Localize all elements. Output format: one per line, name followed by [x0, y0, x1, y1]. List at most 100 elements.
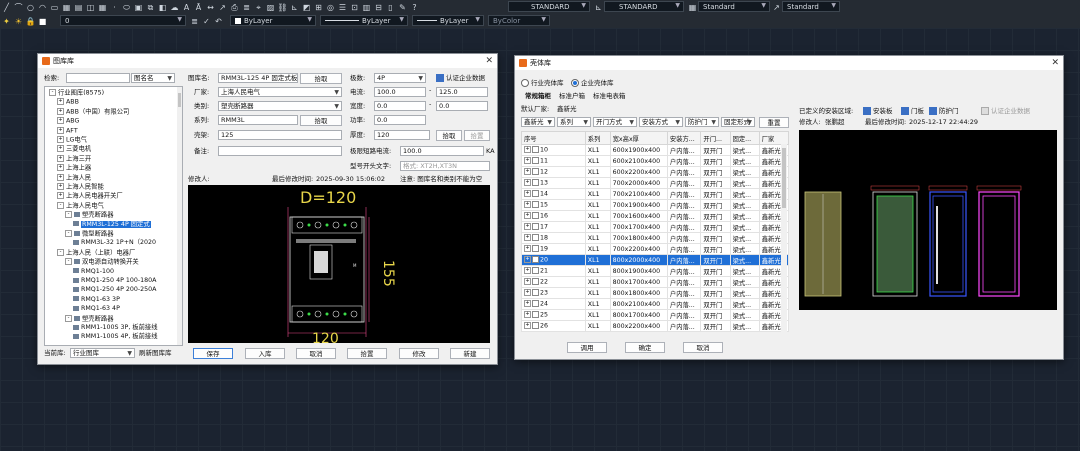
- chk-mount-box[interactable]: [863, 107, 871, 115]
- expand-icon[interactable]: +: [57, 107, 64, 115]
- table-icon[interactable]: ▦: [98, 3, 107, 12]
- pick-series-button[interactable]: 拾取: [300, 115, 342, 126]
- col-series[interactable]: 系列: [584, 131, 611, 145]
- table-row[interactable]: +15 XL1 700x1900x400 户内落... 双开门 梁式... 鑫新光: [521, 199, 790, 211]
- store-button[interactable]: 入库: [245, 348, 285, 359]
- row-checkbox[interactable]: [532, 190, 539, 198]
- col-door[interactable]: 开门...: [700, 131, 731, 145]
- tree-node[interactable]: - 上海人民电气: [57, 201, 104, 210]
- mtext-icon[interactable]: Ā: [194, 3, 203, 12]
- props-icon[interactable]: ☰: [338, 3, 347, 12]
- tree-node[interactable]: + ABB: [57, 98, 79, 106]
- pick-thick-button[interactable]: 拾取: [436, 130, 462, 141]
- expand-icon[interactable]: +: [524, 223, 531, 231]
- expand-icon[interactable]: +: [524, 157, 531, 165]
- current-lib-combo[interactable]: 行业图库 ▼: [70, 348, 135, 358]
- circle-icon[interactable]: ○: [26, 3, 35, 12]
- radio-industry[interactable]: 行业壳体库: [521, 78, 564, 88]
- current-max-field[interactable]: 125.0: [436, 87, 488, 97]
- linetype-combo[interactable]: ByLayer ▼: [320, 15, 408, 26]
- row-checkbox[interactable]: [532, 157, 539, 165]
- expand-icon[interactable]: +: [57, 154, 64, 162]
- tree-node[interactable]: + 上海三开: [57, 154, 91, 163]
- layer-combo[interactable]: 0 ▼: [60, 15, 186, 26]
- current-field[interactable]: 100.0: [374, 87, 426, 97]
- thick-field[interactable]: 120: [374, 130, 430, 140]
- expand-icon[interactable]: +: [57, 164, 64, 172]
- expand-icon[interactable]: +: [524, 234, 531, 242]
- markup-icon[interactable]: ✎: [398, 3, 407, 12]
- row-checkbox[interactable]: [532, 267, 539, 275]
- table-row[interactable]: +16 XL1 700x1600x400 户内落... 双开门 梁式... 鑫新光: [521, 210, 790, 222]
- expand-icon[interactable]: +: [524, 289, 531, 297]
- rectangle-icon[interactable]: ▭: [50, 3, 59, 12]
- table-style-combo[interactable]: Standard ▼: [698, 1, 770, 12]
- expand-icon[interactable]: +: [57, 126, 64, 134]
- expand-icon[interactable]: +: [524, 278, 531, 286]
- text-style-combo[interactable]: STANDARD ▼: [508, 1, 590, 12]
- expand-icon[interactable]: +: [57, 98, 64, 106]
- chk-door[interactable]: 门板: [901, 106, 924, 116]
- tree-node[interactable]: RMQ1-100: [73, 268, 114, 276]
- tree-node[interactable]: + LG电气: [57, 136, 87, 144]
- cert-check[interactable]: [436, 74, 444, 82]
- chk-protect[interactable]: 防护门: [929, 106, 959, 116]
- dim-icon[interactable]: ↔: [206, 3, 215, 12]
- color-swatch-icon[interactable]: ■: [38, 17, 47, 26]
- row-checkbox[interactable]: [532, 278, 539, 286]
- row-checkbox[interactable]: [532, 322, 539, 330]
- pick-name-button[interactable]: 拾取: [300, 73, 342, 84]
- cube-icon[interactable]: ◩: [302, 3, 311, 12]
- row-checkbox[interactable]: [532, 179, 539, 187]
- tree-node[interactable]: RMM3L-32 1P+N（2020: [73, 239, 156, 247]
- table-row[interactable]: +19 XL1 700x2200x400 户内落... 双开门 梁式... 鑫新光: [521, 243, 790, 255]
- table-row[interactable]: +21 XL1 800x1900x400 户内落... 双开门 梁式... 鑫新光: [521, 265, 790, 277]
- radio-enterprise[interactable]: 企业壳体库: [571, 78, 614, 88]
- tree-node[interactable]: - 塑壳断路器: [65, 211, 113, 219]
- table-row[interactable]: +17 XL1 700x1700x400 户内落... 双开门 梁式... 鑫新光: [521, 221, 790, 233]
- chk-protect-box[interactable]: [929, 107, 937, 115]
- tree-node[interactable]: RMQ1-250 4P 200-250A: [73, 286, 157, 294]
- radio-enterprise-dot[interactable]: [571, 79, 579, 87]
- filter-series[interactable]: 系列 ▼: [557, 117, 591, 127]
- row-checkbox[interactable]: [532, 212, 539, 220]
- expand-icon[interactable]: +: [57, 173, 64, 181]
- lineweight-combo[interactable]: ByLayer ▼: [412, 15, 484, 26]
- row-checkbox[interactable]: [532, 300, 539, 308]
- line-icon[interactable]: ╱: [2, 3, 11, 12]
- model-prefix-field[interactable]: 格式: XT2H,XT3N: [400, 161, 490, 171]
- palette-icon[interactable]: ▥: [362, 3, 371, 12]
- tree-node[interactable]: + 上海人民电器开关厂: [57, 192, 123, 200]
- collapse-icon[interactable]: -: [65, 258, 72, 266]
- cabinet-table[interactable]: 序号 系列 宽x高x厚 安装方... 开门... 固定... 厂家 +10 XL1…: [521, 131, 790, 332]
- filter-install[interactable]: 安装方式 ▼: [639, 117, 683, 127]
- table-row[interactable]: +14 XL1 700x2100x400 户内落... 双开门 梁式... 鑫新光: [521, 188, 790, 200]
- expand-icon[interactable]: +: [524, 179, 531, 187]
- polyline-icon[interactable]: ⌒: [14, 3, 23, 12]
- tree-node[interactable]: RMM1-100S 3P, 板前接线: [73, 324, 158, 332]
- hatch-icon[interactable]: ▦: [62, 3, 71, 12]
- tree-node[interactable]: RMQ1-63 3P: [73, 296, 120, 304]
- width-max-field[interactable]: 0.0: [436, 101, 488, 111]
- layer-manager-icon[interactable]: ≣: [242, 3, 251, 12]
- place-thick-button[interactable]: 拾置: [464, 130, 490, 141]
- filter-door[interactable]: 开门方式 ▼: [593, 117, 637, 127]
- tree-node[interactable]: RMQ1-250 4P 100-180A: [73, 277, 157, 285]
- chk-cert[interactable]: 认证企业数据: [981, 106, 1030, 116]
- row-checkbox[interactable]: [532, 223, 539, 231]
- reset-button[interactable]: 重置: [759, 117, 789, 128]
- save-button[interactable]: 保存: [193, 348, 233, 359]
- ellipse-icon[interactable]: ⬭: [122, 3, 131, 12]
- expand-icon[interactable]: +: [524, 300, 531, 308]
- table-row[interactable]: +25 XL1 800x1700x400 户内落... 双开门 梁式... 鑫新光: [521, 309, 790, 321]
- place-button[interactable]: 拾置: [347, 348, 387, 359]
- collapse-icon[interactable]: -: [65, 211, 72, 219]
- expand-icon[interactable]: +: [524, 190, 531, 198]
- radio-industry-dot[interactable]: [521, 79, 529, 87]
- help-icon[interactable]: ?: [410, 3, 419, 12]
- tree-node[interactable]: - 上海人民（上联）电器厂: [57, 248, 135, 257]
- collapse-icon[interactable]: -: [65, 230, 72, 237]
- tree-node[interactable]: - 双电源自动转换开关: [65, 258, 139, 266]
- power-field[interactable]: 0.0: [374, 115, 426, 125]
- lock-icon[interactable]: 🔒: [26, 17, 36, 26]
